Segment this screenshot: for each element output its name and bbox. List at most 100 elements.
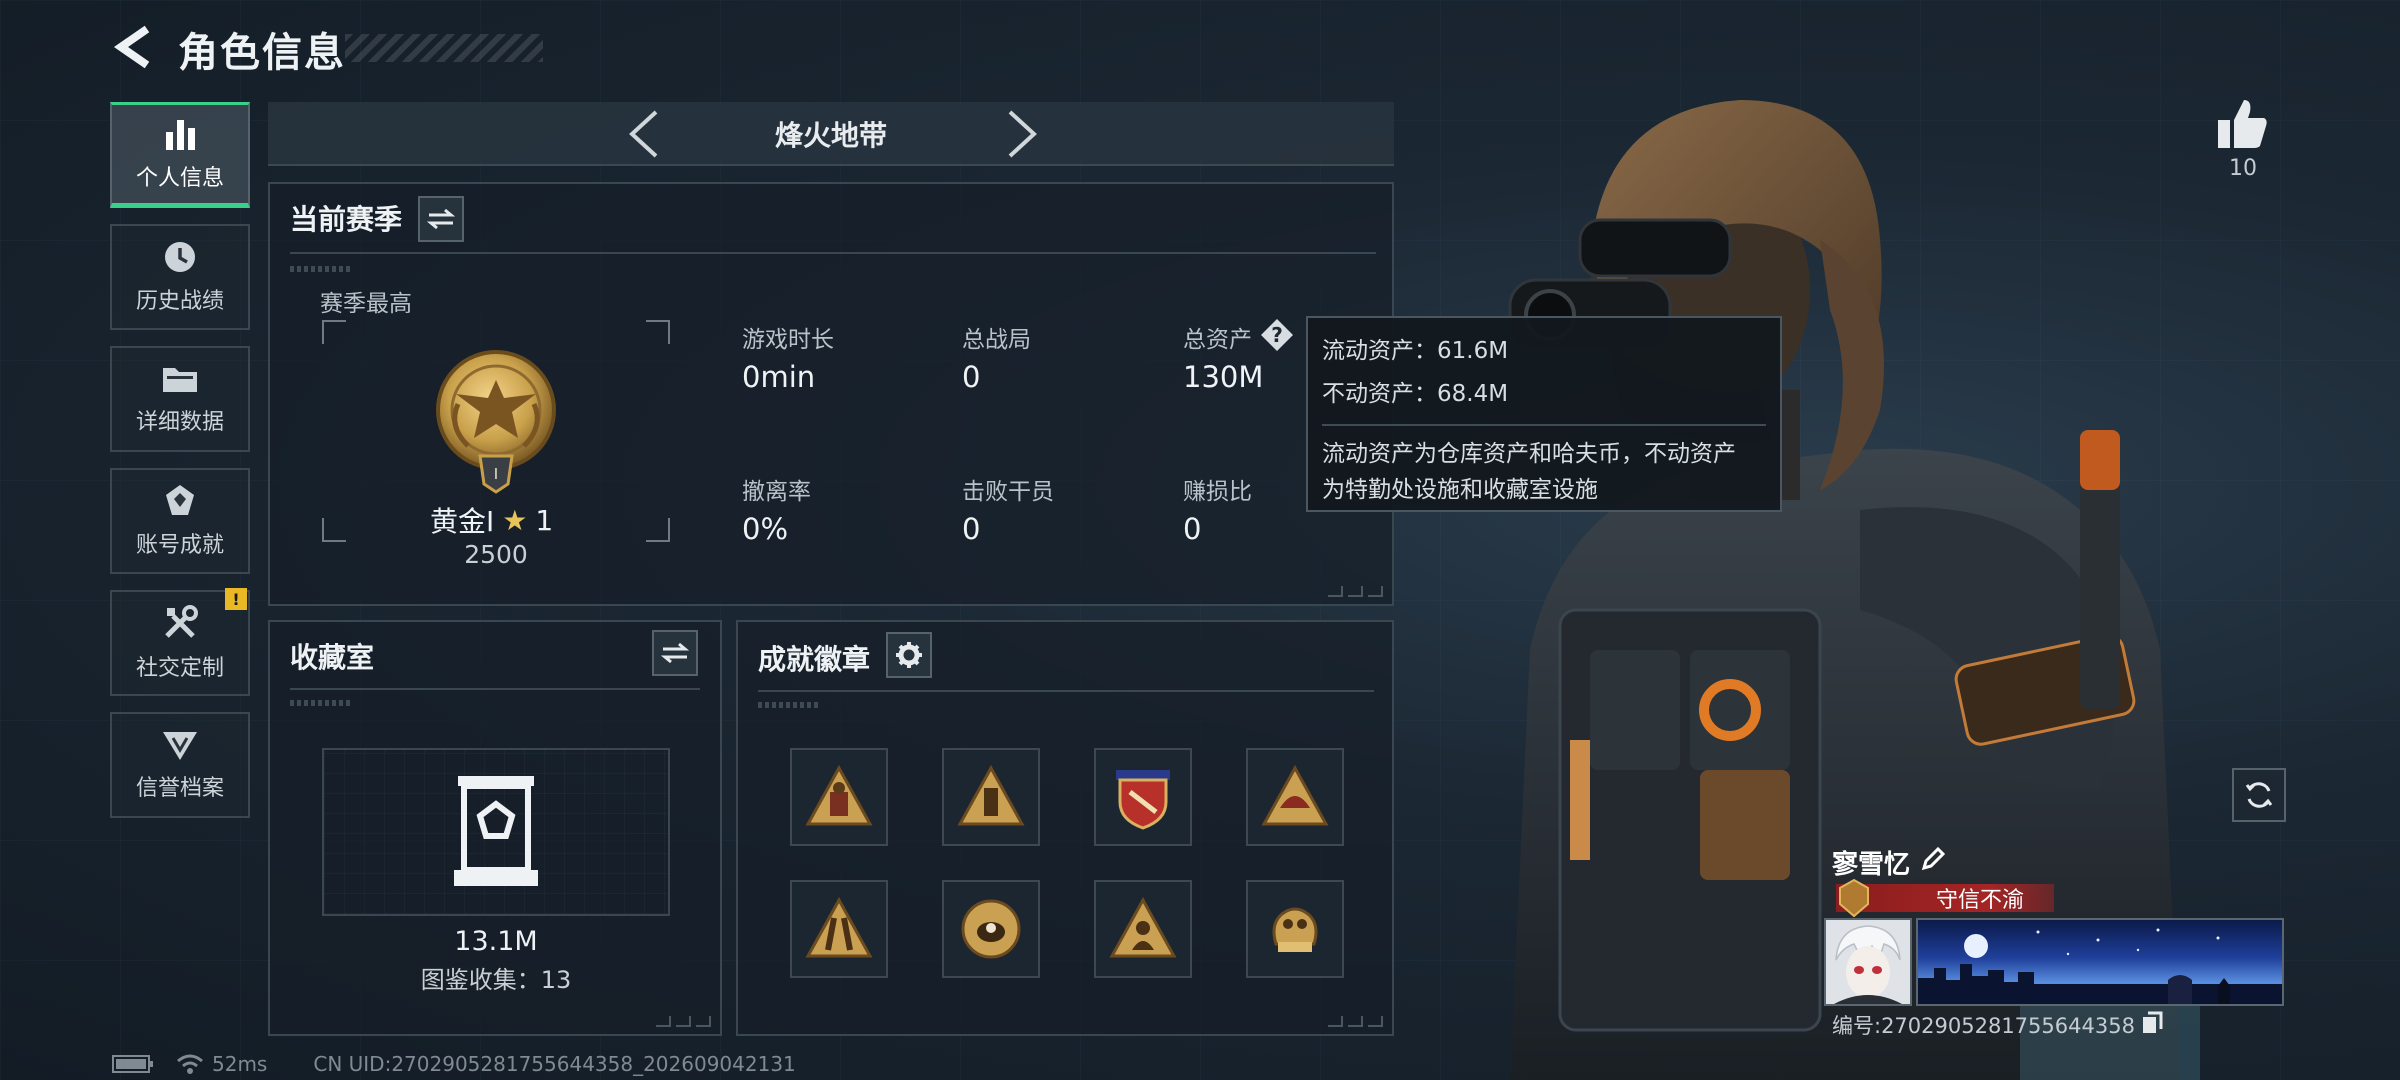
achievements-title: 成就徽章 bbox=[758, 643, 871, 676]
decor-dots bbox=[758, 702, 818, 708]
achievements-settings-button[interactable] bbox=[886, 632, 932, 678]
panel-corner-decor bbox=[1328, 586, 1383, 597]
panel-corner-decor bbox=[656, 1016, 711, 1027]
badge-1-icon bbox=[805, 764, 873, 826]
achievement-badge-1[interactable] bbox=[790, 748, 888, 846]
avatar-image bbox=[1826, 920, 1910, 1004]
collection-divider bbox=[290, 688, 700, 690]
stat-value: 130M bbox=[1183, 360, 1264, 394]
asset-tooltip: 流动资产：61.6M 不动资产：68.4M 流动资产为仓库资产和哈夫币，不动资产… bbox=[1306, 316, 1782, 512]
rank-points: 2500 bbox=[464, 540, 528, 569]
achievement-badge-3[interactable] bbox=[1094, 748, 1192, 846]
sidebar-item-details[interactable]: 详细数据 bbox=[110, 346, 250, 452]
stat-value: 0 bbox=[1183, 512, 1202, 546]
stat-label: 撤离率 bbox=[742, 479, 811, 505]
sidebar-item-label: 社交定制 bbox=[135, 656, 224, 681]
like-button[interactable] bbox=[2214, 96, 2270, 156]
asset-help-button[interactable]: ? bbox=[1260, 318, 1294, 352]
player-title-tag[interactable]: 守信不渝 bbox=[1836, 878, 2054, 918]
collection-title: 收藏室 bbox=[290, 641, 375, 674]
decor-dots bbox=[290, 266, 350, 272]
banner-image bbox=[1918, 928, 2282, 1004]
achievement-badge-4[interactable] bbox=[1246, 748, 1344, 846]
chevron-left-icon bbox=[629, 110, 658, 158]
achievement-badge-5[interactable] bbox=[790, 880, 888, 978]
collection-switch-button[interactable] bbox=[652, 630, 698, 676]
refresh-button[interactable] bbox=[2232, 768, 2286, 822]
gear-icon bbox=[896, 642, 922, 668]
achievement-badge-2[interactable] bbox=[942, 748, 1040, 846]
stat-label: 击败干员 bbox=[962, 479, 1054, 505]
stat-label: 总资产 bbox=[1183, 327, 1252, 353]
folder-icon bbox=[163, 368, 197, 392]
player-uid: 编号:2702905281755644358 bbox=[1832, 1014, 2135, 1038]
sidebar-item-history[interactable]: 历史战绩 bbox=[110, 224, 250, 330]
badge-8-icon bbox=[1272, 907, 1318, 952]
achievement-icon bbox=[166, 485, 194, 515]
bar-chart-icon bbox=[166, 120, 195, 150]
achievements-divider bbox=[758, 690, 1374, 692]
stat-value: 0 bbox=[962, 512, 981, 546]
tooltip-divider bbox=[1322, 424, 1766, 426]
wifi-icon bbox=[177, 1054, 203, 1074]
achievement-badge-8[interactable] bbox=[1246, 880, 1344, 978]
title-emblem-icon bbox=[1839, 878, 1869, 918]
rank-emblem-numeral: I bbox=[493, 465, 499, 483]
back-button[interactable] bbox=[108, 22, 158, 72]
chevron-left-icon bbox=[113, 25, 150, 69]
clock-icon bbox=[165, 242, 195, 272]
network-status: 52ms bbox=[176, 1052, 267, 1076]
tooltip-fixed-assets: 不动资产：68.4M bbox=[1322, 381, 1509, 407]
achievement-badge-6[interactable] bbox=[942, 880, 1040, 978]
copy-uid-button[interactable] bbox=[2141, 1011, 2163, 1040]
player-avatar[interactable] bbox=[1824, 918, 1912, 1006]
page-title: 角色信息 bbox=[178, 30, 346, 76]
sidebar-item-label: 账号成就 bbox=[135, 533, 224, 558]
mode-prev-button[interactable] bbox=[622, 108, 666, 164]
credibility-icon bbox=[163, 732, 197, 760]
status-bar: 52ms CN UID:2702905281755644358_20260904… bbox=[112, 1052, 796, 1076]
sidebar-item-label: 历史战绩 bbox=[135, 289, 224, 314]
tooltip-description-line2: 为特勤处设施和收藏室设施 bbox=[1322, 477, 1598, 503]
tooltip-liquid-assets: 流动资产：61.6M bbox=[1322, 338, 1509, 364]
badge-4-icon bbox=[1261, 764, 1329, 826]
title-decoration bbox=[345, 34, 543, 62]
badge-5-icon bbox=[805, 896, 873, 958]
panel-corner-decor bbox=[1328, 1016, 1383, 1027]
edit-name-button[interactable] bbox=[1920, 846, 1946, 879]
profile-banner[interactable] bbox=[1916, 918, 2284, 1006]
rank-name-row: 黄金I ★ 1 bbox=[430, 500, 553, 540]
sidebar-item-achievements[interactable]: 账号成就 bbox=[110, 468, 250, 574]
ping-value: 52ms bbox=[212, 1052, 268, 1076]
badge-3-icon bbox=[1116, 770, 1170, 830]
badge-6-icon bbox=[961, 899, 1021, 959]
rank-stars: 1 bbox=[535, 503, 554, 537]
player-name: 寥雪忆 bbox=[1832, 850, 1911, 880]
pencil-icon bbox=[1921, 846, 1946, 871]
season-switch-button[interactable] bbox=[418, 196, 464, 242]
tooltip-description-line1: 流动资产为仓库资产和哈夫币，不动资产 bbox=[1322, 441, 1736, 467]
badge-2-icon bbox=[957, 764, 1025, 826]
player-title-text: 守信不渝 bbox=[1936, 888, 2025, 913]
stat-label: 赚损比 bbox=[1183, 479, 1252, 505]
collection-value: 13.1M bbox=[454, 926, 538, 957]
stat-label: 总战局 bbox=[962, 327, 1031, 353]
notification-badge: ! bbox=[225, 588, 247, 610]
sidebar-item-credibility[interactable]: 信誉档案 bbox=[110, 712, 250, 818]
like-count: 10 bbox=[2229, 156, 2257, 181]
sidebar-item-label: 信誉档案 bbox=[135, 776, 224, 801]
mode-label: 烽火地带 bbox=[774, 119, 887, 152]
svg-text:?: ? bbox=[1271, 323, 1283, 347]
tools-icon bbox=[165, 605, 198, 638]
star-icon: ★ bbox=[502, 503, 528, 537]
sidebar-item-personal-info[interactable]: 个人信息 bbox=[110, 102, 250, 208]
player-uid-row: 编号:2702905281755644358 bbox=[1832, 1010, 2163, 1040]
stat-label: 游戏时长 bbox=[742, 327, 834, 353]
achievement-badge-7[interactable] bbox=[1094, 880, 1192, 978]
collection-catalog: 图鉴收集：13 bbox=[420, 966, 572, 994]
stat-value: 0min bbox=[742, 360, 816, 394]
mode-next-button[interactable] bbox=[1000, 108, 1044, 164]
stat-value: 0 bbox=[962, 360, 981, 394]
season-title: 当前赛季 bbox=[290, 203, 403, 236]
stat-value: 0% bbox=[742, 512, 789, 546]
